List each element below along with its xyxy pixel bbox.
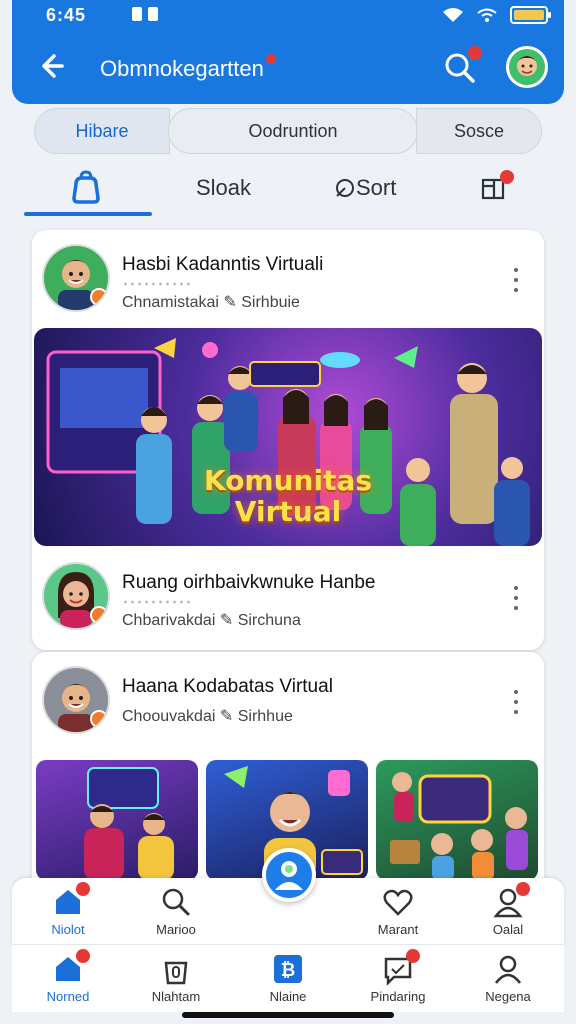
post-header[interactable]: Ruang oirhbaivkwnuke Hanbe Chbarivakdai … bbox=[42, 562, 534, 634]
segment-oodruntion[interactable]: Oodruntion bbox=[168, 108, 418, 154]
tab-home[interactable] bbox=[68, 168, 104, 208]
post-header[interactable]: Hasbi Kadanntis Virtuali Chnamistakai ✎ … bbox=[42, 244, 534, 316]
bottom-nav-secondary: Norned Nlahtam ₿ Nlaine Pindaring Negena bbox=[12, 944, 564, 1012]
tab-box-badge bbox=[500, 170, 514, 184]
profile-fab-button[interactable] bbox=[262, 848, 316, 902]
home-bag-icon bbox=[72, 170, 100, 204]
search-button[interactable] bbox=[442, 46, 482, 86]
post-avatar[interactable] bbox=[42, 244, 110, 312]
nav-niolot[interactable]: Niolot bbox=[18, 882, 118, 942]
more-options-icon[interactable] bbox=[512, 268, 520, 292]
tag-icon: ✎ bbox=[219, 708, 238, 725]
post-author-name[interactable]: Hasbi Kadanntis Virtuali bbox=[122, 254, 323, 276]
nav-nlahtam[interactable]: Nlahtam bbox=[126, 953, 226, 1009]
title-badge bbox=[263, 52, 278, 66]
app-header: 6:45 Obmnokegartten bbox=[12, 0, 564, 104]
search-icon bbox=[162, 888, 190, 916]
bitcoin-icon: ₿ bbox=[274, 955, 302, 983]
post-subtitle: Chnamistakai ✎ Sirhbuie bbox=[122, 294, 300, 311]
tab-indicator bbox=[24, 212, 152, 216]
profile-avatar[interactable] bbox=[506, 46, 548, 88]
feed-card: Hasbi Kadanntis Virtuali Chnamistakai ✎ … bbox=[32, 230, 544, 650]
post-avatar[interactable] bbox=[42, 562, 110, 630]
more-options-icon[interactable] bbox=[512, 690, 520, 714]
avatar-face-icon bbox=[516, 56, 538, 76]
sort-icon bbox=[336, 179, 354, 197]
battery-icon bbox=[510, 6, 551, 24]
segment-sosce[interactable]: Sosce bbox=[416, 108, 542, 154]
tab-bar: Sloak Sort bbox=[24, 160, 552, 216]
image-caption: Komunitas Virtual bbox=[203, 464, 373, 528]
nav-oalal[interactable]: Oalal bbox=[458, 882, 558, 942]
dots-divider bbox=[122, 600, 192, 604]
nav-marant[interactable]: Marant bbox=[348, 886, 448, 942]
tab-sloak[interactable]: Sloak bbox=[196, 168, 251, 208]
thumbnail-image[interactable] bbox=[376, 760, 538, 880]
more-options-icon[interactable] bbox=[512, 586, 520, 610]
nav-pindaring[interactable]: Pindaring bbox=[348, 949, 448, 1009]
nav-nlaine[interactable]: ₿ Nlaine bbox=[238, 953, 338, 1009]
search-badge bbox=[468, 46, 482, 60]
notification-icons bbox=[132, 7, 158, 21]
post-subtitle: Choouvakdai ✎ Sirhhue bbox=[122, 708, 293, 725]
page-title: Obmnokegartten bbox=[100, 52, 278, 82]
segmented-control: Hibare Oodruntion Sosce bbox=[34, 108, 542, 154]
nav-negena[interactable]: Negena bbox=[458, 953, 558, 1009]
post-author-name[interactable]: Haana Kodabatas Virtual bbox=[122, 676, 333, 698]
nav-norned[interactable]: Norned bbox=[18, 949, 118, 1009]
post-image[interactable]: Komunitas Virtual bbox=[34, 328, 542, 546]
nav-marioo[interactable]: Marioo bbox=[126, 886, 226, 942]
tag-icon: ✎ bbox=[219, 612, 238, 629]
bottom-nav-primary: Niolot Marioo Marant Oalal bbox=[12, 848, 564, 944]
post-author-name[interactable]: Ruang oirhbaivkwnuke Hanbe bbox=[122, 572, 376, 594]
bag-icon bbox=[164, 961, 188, 985]
status-bar: 6:45 bbox=[12, 0, 564, 28]
status-time: 6:45 bbox=[46, 5, 87, 25]
thumbnail-image[interactable] bbox=[36, 760, 198, 880]
segment-hibare[interactable]: Hibare bbox=[34, 108, 170, 154]
post-subtitle: Chbarivakdai ✎ Sirchuna bbox=[122, 612, 301, 629]
wifi-icon bbox=[443, 8, 463, 22]
outdoor-game-illustration bbox=[390, 772, 528, 880]
person-icon bbox=[495, 955, 521, 984]
post-header[interactable]: Haana Kodabatas Virtual Choouvakdai ✎ Si… bbox=[42, 666, 534, 738]
post-avatar[interactable] bbox=[42, 666, 110, 734]
home-indicator bbox=[182, 1012, 394, 1018]
heart-icon bbox=[383, 889, 413, 916]
game-room-illustration bbox=[84, 767, 174, 880]
dots-divider bbox=[122, 282, 192, 286]
wifi-outline-icon bbox=[477, 8, 497, 22]
profile-fab-icon bbox=[275, 861, 303, 890]
svg-text:₿: ₿ bbox=[281, 960, 296, 981]
tab-sort[interactable]: Sort bbox=[334, 168, 396, 208]
tag-icon: ✎ bbox=[223, 294, 242, 311]
tab-box[interactable] bbox=[480, 168, 514, 208]
back-arrow-icon[interactable] bbox=[34, 50, 66, 82]
